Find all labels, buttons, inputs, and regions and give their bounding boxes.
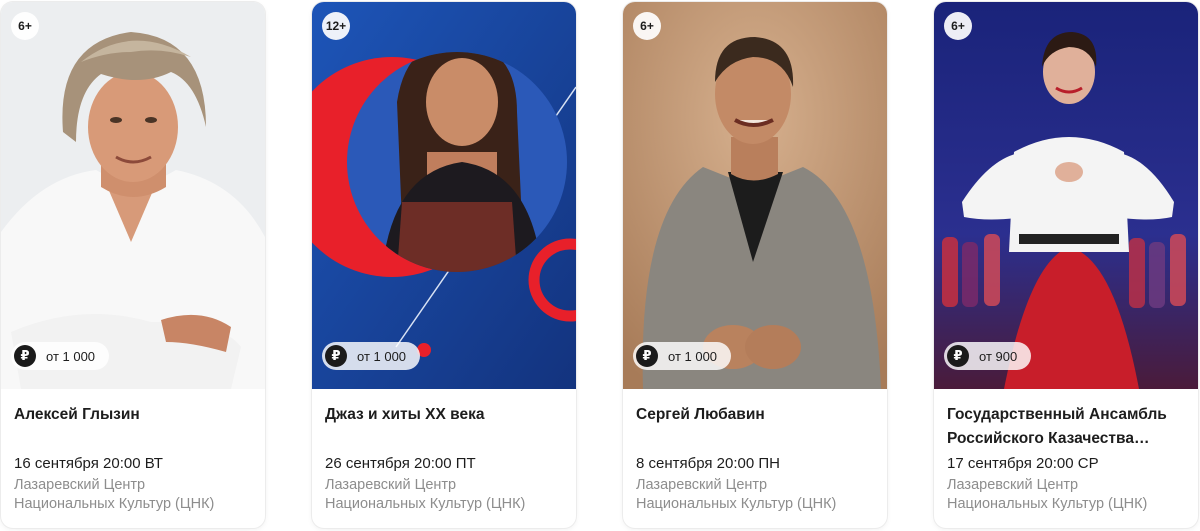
price-badge: ₽ от 1 000 bbox=[633, 342, 732, 370]
venue-line: Национальных Культур (ЦНК) bbox=[636, 496, 837, 512]
price-label: от 1 000 bbox=[668, 348, 718, 364]
event-venue: Лазаревский Центр Национальных Культур (… bbox=[947, 476, 1186, 514]
event-date: 26 сентября 20:00 ПТ bbox=[325, 455, 476, 472]
event-info: Джаз и хиты XX века 26 сентября 20:00 ПТ… bbox=[312, 389, 576, 514]
venue-line: Национальных Культур (ЦНК) bbox=[947, 496, 1148, 512]
event-card[interactable]: 6+ ₽ от 1 000 Алексей Глызин 16 сентября… bbox=[1, 2, 265, 528]
venue-line: Лазаревский Центр bbox=[14, 477, 146, 493]
event-poster[interactable]: 12+ ₽ от 1 000 bbox=[312, 2, 576, 389]
events-carousel: 6+ ₽ от 1 000 Алексей Глызин 16 сентября… bbox=[0, 0, 1200, 531]
event-title-line: Российского Казачества… bbox=[947, 430, 1150, 447]
ensemble-photo bbox=[934, 2, 1198, 389]
event-poster[interactable]: 6+ ₽ от 1 000 bbox=[1, 2, 265, 389]
price-label: от 1 000 bbox=[46, 348, 96, 364]
event-venue: Лазаревский Центр Национальных Культур (… bbox=[14, 476, 253, 514]
ruble-icon: ₽ bbox=[14, 345, 36, 367]
event-card[interactable]: 6+ ₽ от 1 000 Сергей Любавин 8 сентября … bbox=[623, 2, 887, 528]
event-info: Государственный Ансамбль Российского Каз… bbox=[934, 389, 1198, 514]
event-title[interactable]: Джаз и хиты XX века bbox=[325, 403, 564, 451]
event-title[interactable]: Государственный Ансамбль Российского Каз… bbox=[947, 403, 1186, 451]
ruble-icon: ₽ bbox=[325, 345, 347, 367]
age-rating-badge: 12+ bbox=[322, 12, 350, 40]
price-badge: ₽ от 1 000 bbox=[11, 342, 110, 370]
event-date: 8 сентября 20:00 ПН bbox=[636, 455, 781, 472]
event-title-line: Государственный Ансамбль bbox=[947, 406, 1167, 423]
venue-line: Лазаревский Центр bbox=[325, 477, 457, 493]
age-rating-badge: 6+ bbox=[944, 12, 972, 40]
event-card[interactable]: 12+ ₽ от 1 000 Джаз и хиты XX века 26 се… bbox=[312, 2, 576, 528]
venue-line: Национальных Культур (ЦНК) bbox=[14, 496, 215, 512]
event-poster-artwork bbox=[312, 2, 576, 389]
performer-photo bbox=[1, 2, 265, 389]
event-date: 16 сентября 20:00 ВТ bbox=[14, 455, 163, 472]
event-info: Сергей Любавин 8 сентября 20:00 ПН Лазар… bbox=[623, 389, 887, 514]
event-title[interactable]: Алексей Глызин bbox=[14, 403, 253, 451]
age-rating-badge: 6+ bbox=[633, 12, 661, 40]
ruble-icon: ₽ bbox=[636, 345, 658, 367]
event-venue: Лазаревский Центр Национальных Культур (… bbox=[636, 476, 875, 514]
event-date: 17 сентября 20:00 СР bbox=[947, 455, 1099, 472]
event-title[interactable]: Сергей Любавин bbox=[636, 403, 875, 451]
event-poster[interactable]: 6+ ₽ от 1 000 bbox=[623, 2, 887, 389]
event-info: Алексей Глызин 16 сентября 20:00 ВТ Лаза… bbox=[1, 389, 265, 514]
venue-line: Национальных Культур (ЦНК) bbox=[325, 496, 526, 512]
price-badge: ₽ от 900 bbox=[944, 342, 1032, 370]
event-poster[interactable]: 6+ ₽ от 900 bbox=[934, 2, 1198, 389]
age-rating-badge: 6+ bbox=[11, 12, 39, 40]
ruble-icon: ₽ bbox=[947, 345, 969, 367]
venue-line: Лазаревский Центр bbox=[947, 477, 1079, 493]
venue-line: Лазаревский Центр bbox=[636, 477, 768, 493]
price-badge: ₽ от 1 000 bbox=[322, 342, 421, 370]
price-label: от 1 000 bbox=[357, 348, 407, 364]
price-label: от 900 bbox=[979, 348, 1018, 364]
performer-photo bbox=[623, 2, 887, 389]
event-card[interactable]: 6+ ₽ от 900 Государственный Ансамбль Рос… bbox=[934, 2, 1198, 528]
event-venue: Лазаревский Центр Национальных Культур (… bbox=[325, 476, 564, 514]
